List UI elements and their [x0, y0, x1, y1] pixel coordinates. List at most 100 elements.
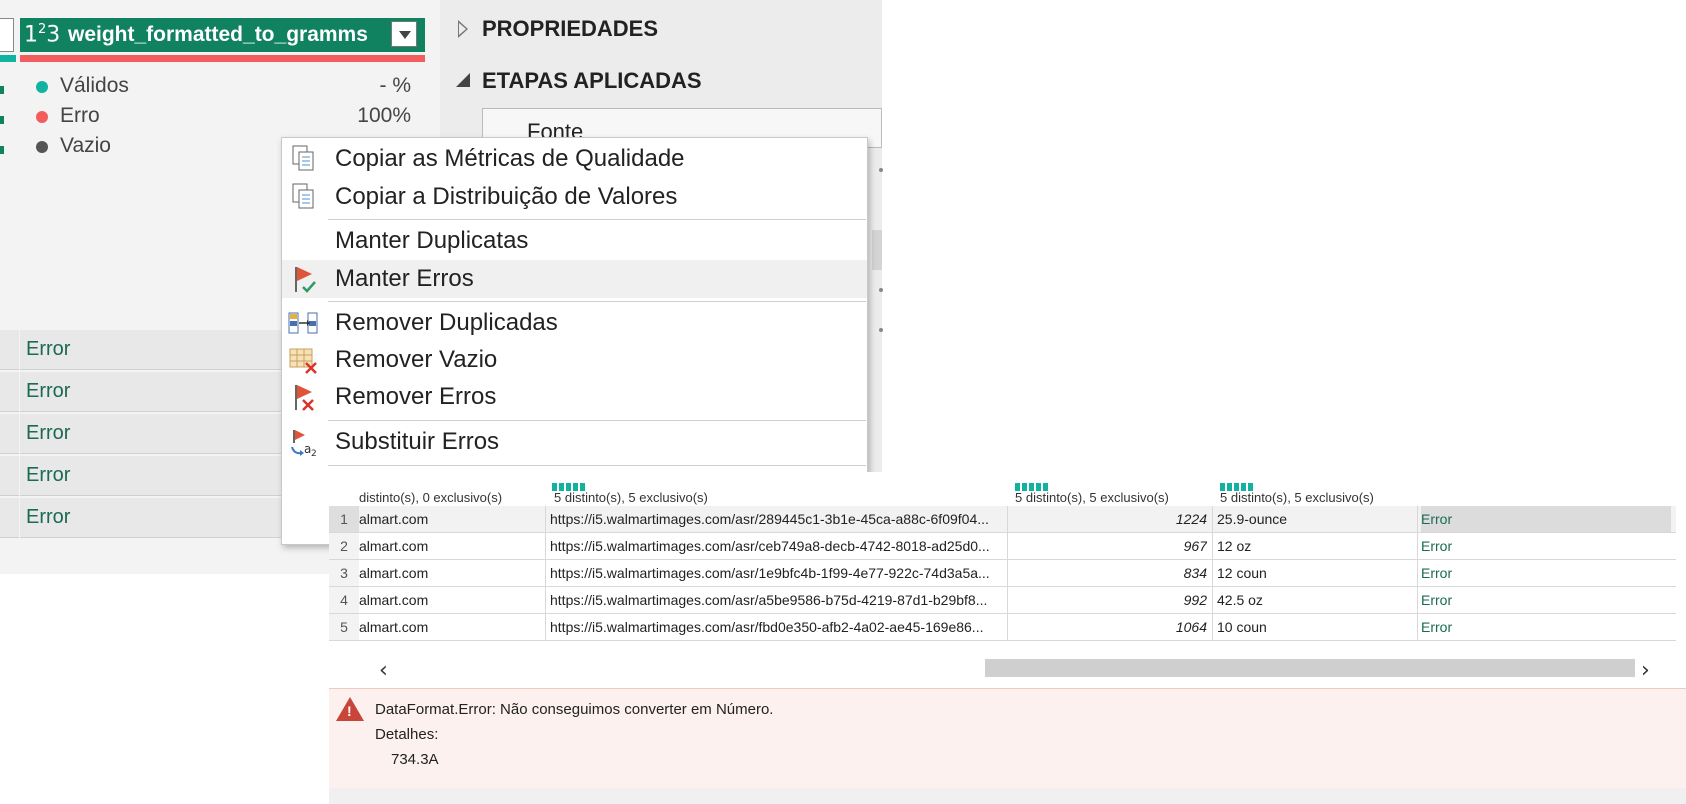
column-divider — [1007, 506, 1008, 532]
table-cell[interactable]: Error — [1421, 506, 1671, 532]
menu-item-label: Substituir Erros — [335, 428, 500, 455]
quality-label: Válidos — [60, 74, 129, 97]
status-strip — [329, 788, 1686, 804]
edge-marker — [0, 116, 4, 124]
table-cell[interactable] — [0, 330, 19, 370]
table-cell[interactable]: 1064 — [1009, 614, 1207, 640]
quality-value: - % — [379, 74, 412, 97]
table-cell[interactable] — [0, 456, 19, 496]
column-divider — [1417, 614, 1418, 640]
table-cell[interactable]: almart.com — [359, 587, 543, 613]
table-cell[interactable] — [0, 498, 19, 538]
table-cell[interactable]: 10 coun — [1217, 614, 1415, 640]
column-divider — [1212, 506, 1213, 532]
table-cell[interactable]: 42.5 oz — [1217, 587, 1415, 613]
table-cell[interactable] — [0, 414, 19, 454]
table-cell[interactable]: Error — [1421, 614, 1671, 640]
menu-item-copy-value-distribution[interactable]: Copiar a Distribuição de Valores — [282, 178, 867, 216]
table-cell[interactable]: https://i5.walmartimages.com/asr/289445c… — [550, 506, 1005, 532]
column-divider — [545, 587, 546, 613]
scroll-left-icon[interactable]: ‹ — [379, 658, 388, 683]
cell-value: Error — [26, 422, 71, 444]
menu-item-label: Manter Erros — [335, 265, 474, 292]
table-cell[interactable]: almart.com — [359, 560, 543, 586]
column-divider — [1212, 587, 1213, 613]
applied-steps-heading: ETAPAS APLICADAS — [482, 68, 702, 93]
menu-item-keep-errors[interactable]: Manter Erros — [282, 260, 867, 298]
cell-value: Error — [26, 506, 71, 528]
error-details-pane: ! DataFormat.Error: Não conseguimos conv… — [329, 688, 1686, 789]
distribution-bars — [1220, 476, 1255, 491]
table-row[interactable]: 5 almart.com https://i5.walmartimages.co… — [329, 614, 1676, 641]
error-details-value: 734.3A — [391, 751, 439, 768]
menu-item-keep-duplicates[interactable]: Manter Duplicatas — [282, 222, 867, 260]
table-cell[interactable]: 12 coun — [1217, 560, 1415, 586]
table-cell[interactable]: almart.com — [359, 506, 543, 532]
table-cell[interactable]: 1224 — [1009, 506, 1207, 532]
table-row[interactable]: 3 almart.com https://i5.walmartimages.co… — [329, 560, 1676, 587]
column-stats: 5 distinto(s), 5 exclusivo(s) — [1015, 490, 1169, 505]
column-divider — [1417, 587, 1418, 613]
menu-item-copy-quality-metrics[interactable]: Copiar as Métricas de Qualidade — [282, 140, 867, 178]
previous-column-quality-bar — [0, 55, 16, 62]
previous-column-dropdown[interactable] — [0, 18, 14, 52]
table-row[interactable]: 1 almart.com https://i5.walmartimages.co… — [329, 506, 1676, 533]
row-number: 5 — [329, 614, 359, 640]
table-cell[interactable]: 967 — [1009, 533, 1207, 559]
empty-dot-icon — [36, 141, 48, 153]
step-gear-icon[interactable] — [879, 328, 883, 332]
menu-separator — [328, 219, 866, 220]
column-divider — [545, 614, 546, 640]
table-cell[interactable]: Error — [1421, 533, 1671, 559]
quality-valid-row: Válidos - % — [36, 72, 411, 102]
table-row[interactable]: 4 almart.com https://i5.walmartimages.co… — [329, 587, 1676, 614]
data-grid-panel: distinto(s), 0 exclusivo(s) 5 distinto(s… — [329, 472, 1686, 804]
cell-value: Error — [26, 338, 71, 360]
svg-text:2: 2 — [311, 449, 317, 457]
table-cell[interactable] — [0, 372, 19, 412]
collapsed-triangle-icon[interactable] — [458, 20, 468, 38]
row-number: 1 — [329, 506, 359, 532]
step-gear-icon[interactable] — [879, 288, 883, 292]
table-cell[interactable]: https://i5.walmartimages.com/asr/1e9bfc4… — [550, 560, 1005, 586]
menu-item-replace-errors[interactable]: a 2 Substituir Erros — [282, 423, 867, 461]
table-cell[interactable]: https://i5.walmartimages.com/asr/ceb749a… — [550, 533, 1005, 559]
table-cell[interactable]: https://i5.walmartimages.com/asr/a5be958… — [550, 587, 1005, 613]
table-cell[interactable]: 25.9-ounce — [1217, 506, 1415, 532]
replace-errors-icon: a 2 — [291, 430, 317, 457]
table-cell[interactable]: 12 oz — [1217, 533, 1415, 559]
remove-empty-icon — [289, 348, 317, 374]
menu-item-remove-errors[interactable]: Remover Erros — [282, 378, 867, 416]
column-divider — [1007, 560, 1008, 586]
row-number: 3 — [329, 560, 359, 586]
column-name: weight_formatted_to_gramms — [68, 23, 368, 46]
number-type-icon[interactable]: 123 — [24, 22, 60, 47]
error-details-label: Detalhes: — [375, 726, 439, 743]
menu-separator — [328, 465, 866, 466]
horizontal-scrollbar-thumb[interactable] — [985, 659, 1635, 677]
menu-item-label: Manter Duplicatas — [335, 227, 529, 254]
table-cell[interactable]: https://i5.walmartimages.com/asr/fbd0e35… — [550, 614, 1005, 640]
table-cell[interactable]: Error — [1421, 587, 1671, 613]
table-cell[interactable]: 834 — [1009, 560, 1207, 586]
table-cell[interactable]: almart.com — [359, 533, 543, 559]
menu-item-label: Copiar as Métricas de Qualidade — [335, 145, 685, 172]
menu-item-remove-empty[interactable]: Remover Vazio — [282, 341, 867, 379]
column-dropdown-button[interactable] — [391, 21, 417, 47]
keep-errors-icon — [295, 267, 316, 293]
table-cell[interactable]: almart.com — [359, 614, 543, 640]
column-stats: 5 distinto(s), 5 exclusivo(s) — [1220, 490, 1374, 505]
remove-duplicates-icon — [288, 312, 318, 334]
menu-item-remove-duplicates[interactable]: Remover Duplicadas — [282, 304, 867, 342]
expanded-triangle-icon[interactable] — [456, 72, 472, 88]
column-header[interactable]: 123 weight_formatted_to_gramms — [20, 18, 425, 52]
scroll-right-icon[interactable]: › — [1641, 658, 1650, 683]
menu-item-label: Remover Vazio — [335, 346, 498, 373]
step-gear-icon[interactable] — [879, 168, 883, 172]
table-cell[interactable]: 992 — [1009, 587, 1207, 613]
properties-heading[interactable]: PROPRIEDADES — [482, 16, 658, 42]
menu-item-label: Remover Erros — [335, 383, 497, 410]
steps-scrollbar[interactable] — [872, 230, 882, 270]
table-cell[interactable]: Error — [1421, 560, 1671, 586]
table-row[interactable]: 2 almart.com https://i5.walmartimages.co… — [329, 533, 1676, 560]
